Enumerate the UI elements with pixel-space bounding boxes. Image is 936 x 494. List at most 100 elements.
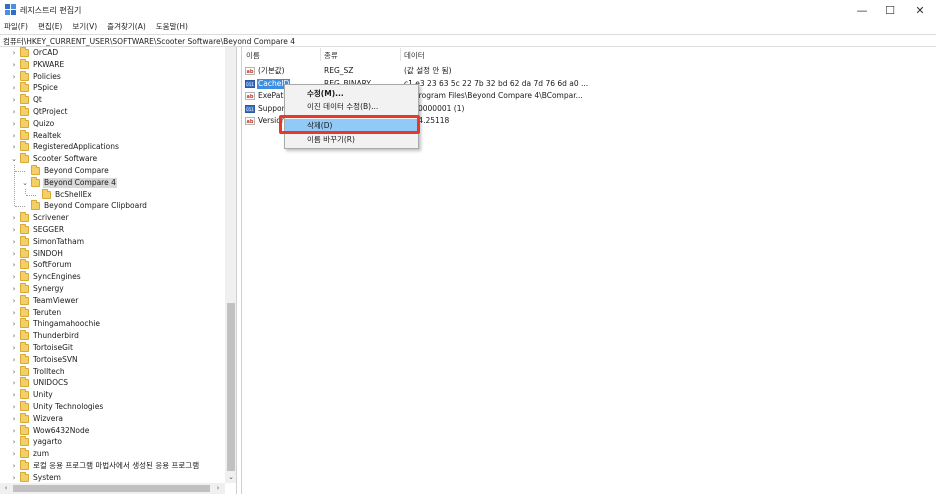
tree-horizontal-scrollbar[interactable]: ‹ › — [0, 483, 225, 494]
close-button[interactable]: ✕ — [904, 0, 936, 20]
column-header-data[interactable]: 데이터 — [404, 50, 425, 61]
tree-item[interactable]: › Realtek — [0, 129, 224, 142]
key-tree-pane[interactable]: › OrCAD › PKWARE › Policies › PSpice › Qt › QtProje… — [0, 47, 237, 494]
expand-chevron-icon[interactable]: › — [10, 94, 18, 106]
expand-chevron-icon[interactable]: › — [10, 212, 18, 224]
expand-chevron-icon[interactable]: › — [10, 307, 18, 319]
tree-item[interactable]: › UNIDOCS — [0, 377, 224, 389]
expand-chevron-icon[interactable]: › — [10, 71, 18, 83]
tree-item[interactable]: › SimonTatham — [0, 235, 224, 248]
expand-chevron-icon[interactable]: › — [10, 224, 18, 236]
expand-chevron-icon[interactable]: › — [10, 460, 18, 472]
expand-chevron-icon[interactable]: › — [10, 389, 18, 401]
tree-item[interactable]: › TortoiseSVN — [0, 353, 224, 366]
folder-icon — [20, 330, 29, 341]
tree-item[interactable]: › Wow6432Node — [0, 424, 224, 437]
expand-chevron-icon[interactable]: › — [10, 377, 18, 389]
expand-chevron-icon[interactable]: › — [10, 425, 18, 437]
expand-chevron-icon[interactable]: › — [10, 342, 18, 354]
tree-item[interactable]: › System — [0, 471, 224, 484]
tree-item[interactable]: › SEGGER — [0, 224, 224, 236]
expand-chevron-icon[interactable]: › — [10, 401, 18, 413]
tree-item[interactable]: › zum — [0, 448, 224, 460]
expand-chevron-icon[interactable]: › — [10, 82, 18, 94]
expand-chevron-icon[interactable]: › — [10, 472, 18, 484]
expand-chevron-icon[interactable]: › — [10, 366, 18, 378]
column-divider[interactable] — [320, 48, 321, 61]
collapse-chevron-icon[interactable]: ⌄ — [21, 177, 29, 189]
tree-item[interactable]: › Synergy — [0, 283, 224, 295]
tree-item[interactable]: › Unity — [0, 389, 224, 401]
menu-item-modify[interactable]: 수정(M)... — [285, 87, 418, 101]
expand-chevron-icon[interactable]: › — [10, 47, 18, 59]
tree-item[interactable]: › Teruten — [0, 306, 224, 319]
tree-item[interactable]: Beyond Compare — [0, 165, 224, 177]
menu-edit[interactable]: 편집(E) — [33, 20, 67, 33]
tree-item[interactable]: › Qt — [0, 94, 224, 106]
scrollbar-thumb[interactable] — [13, 485, 210, 492]
expand-chevron-icon[interactable]: › — [10, 59, 18, 71]
scrollbar-thumb[interactable] — [227, 303, 235, 471]
tree-item[interactable]: › Scrivener — [0, 212, 224, 224]
tree-item[interactable]: BcShellEx — [0, 188, 224, 201]
tree-item[interactable]: › Policies — [0, 70, 224, 83]
expand-chevron-icon[interactable]: › — [10, 141, 18, 153]
tree-item[interactable]: › TeamViewer — [0, 294, 224, 307]
tree-item[interactable]: › SyncEngines — [0, 271, 224, 283]
tree-item[interactable]: › Thingamahoochie — [0, 318, 224, 330]
tree-item[interactable]: › PSpice — [0, 82, 224, 94]
menu-help[interactable]: 도움말(H) — [151, 20, 193, 33]
tree-item[interactable]: › Unity Technologies — [0, 401, 224, 413]
column-header-name[interactable]: 이름 — [246, 50, 260, 61]
expand-chevron-icon[interactable]: › — [10, 106, 18, 118]
address-bar[interactable]: 컴퓨터\HKEY_CURRENT_USER\SOFTWARE\Scooter S… — [0, 34, 936, 47]
maximize-button[interactable]: ☐ — [874, 0, 906, 20]
expand-chevron-icon[interactable]: › — [10, 436, 18, 448]
tree-guide-line — [15, 171, 25, 172]
menu-view[interactable]: 보기(V) — [67, 20, 102, 33]
scroll-right-icon[interactable]: › — [212, 483, 224, 494]
tree-vertical-scrollbar[interactable]: ⌄ — [225, 47, 236, 483]
tree-item[interactable]: › yagarto — [0, 436, 224, 448]
tree-item[interactable]: › QtProject — [0, 106, 224, 118]
value-row[interactable]: ab (기본값) REG_SZ (값 설정 안 됨) — [242, 65, 936, 77]
expand-chevron-icon[interactable]: › — [10, 118, 18, 130]
scroll-left-icon[interactable]: ‹ — [0, 483, 12, 494]
expand-chevron-icon[interactable]: › — [10, 236, 18, 248]
menu-item-modify-binary[interactable]: 이진 데이터 수정(B)... — [285, 100, 418, 114]
menu-favorites[interactable]: 즐겨찾기(A) — [102, 20, 151, 33]
menu-item-rename[interactable]: 이름 바꾸기(R) — [285, 133, 418, 147]
expand-chevron-icon[interactable]: › — [10, 330, 18, 342]
tree-item[interactable]: › TortoiseGit — [0, 342, 224, 354]
tree-item[interactable]: › Thunderbird — [0, 330, 224, 342]
tree-item[interactable]: › RegisteredApplications — [0, 141, 224, 153]
tree-item[interactable]: › OrCAD — [0, 47, 224, 59]
tree-item[interactable]: Beyond Compare Clipboard — [0, 200, 224, 212]
folder-icon — [20, 294, 29, 305]
column-divider[interactable] — [400, 48, 401, 61]
maximize-icon: ☐ — [885, 3, 895, 17]
tree-item[interactable]: ⌄ Beyond Compare 4 — [0, 176, 224, 189]
tree-item[interactable]: › Wizvera — [0, 412, 224, 425]
expand-chevron-icon[interactable]: › — [10, 354, 18, 366]
scroll-down-icon[interactable]: ⌄ — [225, 471, 236, 483]
expand-chevron-icon[interactable]: › — [10, 248, 18, 260]
expand-chevron-icon[interactable]: › — [10, 295, 18, 307]
expand-chevron-icon[interactable]: › — [10, 448, 18, 460]
tree-item[interactable]: › SINDOH — [0, 247, 224, 260]
tree-item[interactable]: › Quizo — [0, 117, 224, 130]
expand-chevron-icon[interactable]: › — [10, 318, 18, 330]
menu-file[interactable]: 파일(F) — [0, 20, 33, 33]
tree-item[interactable]: › Trolltech — [0, 365, 224, 378]
collapse-chevron-icon[interactable]: ⌄ — [10, 153, 18, 165]
column-header-type[interactable]: 종류 — [324, 50, 338, 61]
tree-item[interactable]: ⌄ Scooter Software — [0, 153, 224, 165]
expand-chevron-icon[interactable]: › — [10, 259, 18, 271]
expand-chevron-icon[interactable]: › — [10, 283, 18, 295]
expand-chevron-icon[interactable]: › — [10, 413, 18, 425]
expand-chevron-icon[interactable]: › — [10, 271, 18, 283]
tree-item[interactable]: › 로컬 응용 프로그램 마법사에서 생성된 응용 프로그램 — [0, 460, 224, 472]
tree-item[interactable]: › PKWARE — [0, 58, 224, 71]
expand-chevron-icon[interactable]: › — [10, 130, 18, 142]
tree-item[interactable]: › SoftForum — [0, 259, 224, 271]
